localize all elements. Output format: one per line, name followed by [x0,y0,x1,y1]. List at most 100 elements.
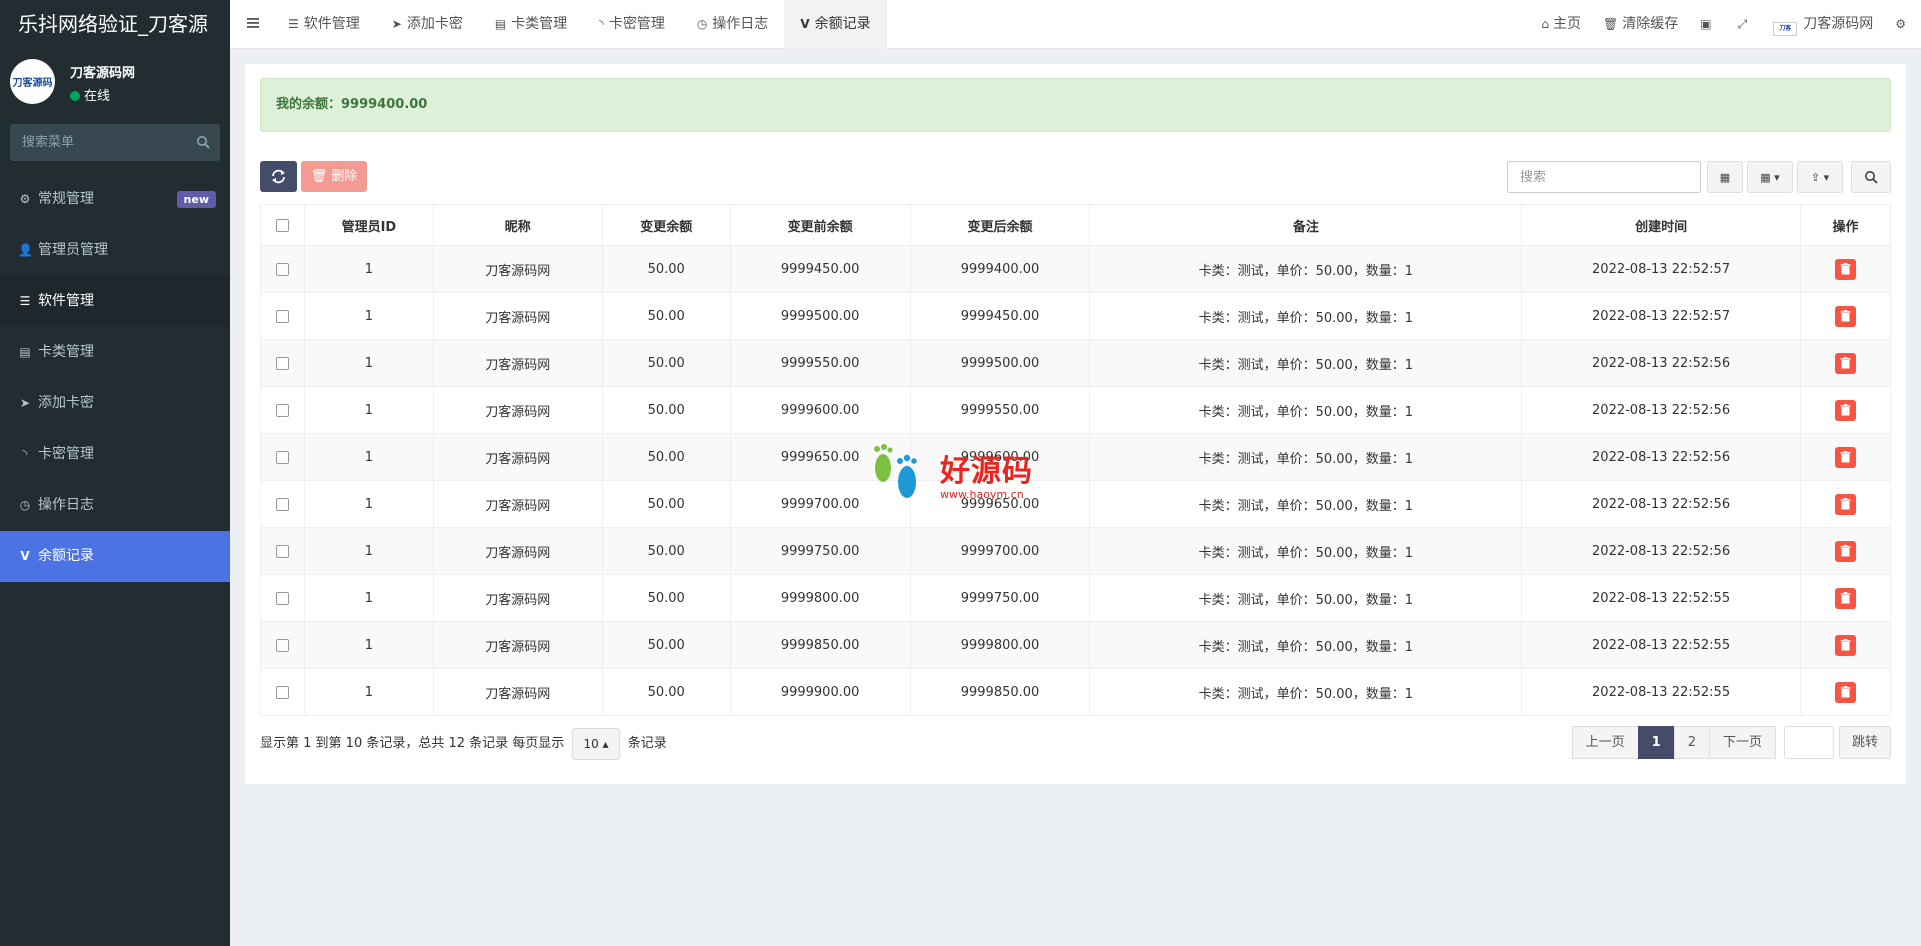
row-checkbox[interactable] [275,450,289,464]
tab-logs[interactable]: ◷ 操作日志 [681,0,784,49]
sidebar-item-balance[interactable]: V 余额记录 [0,531,230,582]
toggle-view-button[interactable]: ▦ [1707,161,1743,193]
delete-button[interactable]: 🗑 删除 [301,161,367,192]
header-remark[interactable]: 备注 [1089,204,1523,246]
language-button[interactable]: ▣ [1689,0,1726,49]
table-row[interactable]: 1 刀客源码网 50.00 9999750.00 9999700.00 卡类：测试，单价：… [260,527,1892,575]
row-delete-button[interactable] [1834,634,1856,656]
clear-cache-button[interactable]: 🗑 清除缓存 [1592,0,1689,49]
cell-before: 9999600.00 [729,386,911,434]
row-delete-button[interactable] [1834,258,1856,280]
cell-admin-id: 1 [303,433,434,481]
header-created[interactable]: 创建时间 [1521,204,1801,246]
next-page-button[interactable]: 下一页 [1708,726,1776,759]
sidebar: 乐抖网络验证_刀客源 刀客源码 刀客源码网 在线 ⚙常规管理new 👤管理员管理… [0,0,230,946]
table-row[interactable]: 1 刀客源码网 50.00 9999500.00 9999450.00 卡类：测试，单价：… [260,292,1892,340]
row-checkbox[interactable] [275,356,289,370]
columns-button[interactable]: ▦ ▾ [1747,161,1793,193]
row-delete-button[interactable] [1834,446,1856,468]
cell-actions [1799,292,1892,340]
sidebar-search-input[interactable] [10,124,180,161]
table-row[interactable]: 1 刀客源码网 50.00 9999600.00 9999550.00 卡类：测试，单价：… [260,386,1892,434]
prev-page-button[interactable]: 上一页 [1571,726,1639,759]
row-checkbox[interactable] [275,403,289,417]
header-admin-id[interactable]: 管理员ID [303,204,434,246]
cell-created: 2022-08-13 22:52:55 [1521,621,1801,669]
row-delete-button[interactable] [1834,681,1856,703]
cell-created: 2022-08-13 22:52:56 [1521,527,1801,575]
jump-button[interactable]: 跳转 [1838,726,1891,759]
table-search-input[interactable] [1507,161,1701,193]
cell-after: 9999400.00 [909,245,1091,293]
search-icon[interactable] [196,135,210,149]
gears-icon: ⚙ [1895,17,1906,31]
cell-change: 50.00 [601,668,731,716]
sidebar-toggle-icon[interactable] [246,16,260,30]
header-change[interactable]: 变更余额 [601,204,731,246]
table-row[interactable]: 1 刀客源码网 50.00 9999900.00 9999850.00 卡类：测试，单价：… [260,668,1892,716]
tab-add-card[interactable]: ➤ 添加卡密 [376,0,479,49]
page-2-button[interactable]: 2 [1673,726,1710,759]
cell-before: 9999650.00 [729,433,911,481]
header-after[interactable]: 变更后余额 [909,204,1091,246]
cell-actions [1799,621,1892,669]
sidebar-item-card-types[interactable]: ▤ 卡类管理 [0,327,230,378]
table-row[interactable]: 1 刀客源码网 50.00 9999650.00 9999600.00 卡类：测试，单价：… [260,433,1892,481]
refresh-button[interactable] [260,161,297,192]
tab-card-types[interactable]: ▤ 卡类管理 [479,0,583,49]
list-icon: ☰ [19,294,31,308]
header-nickname[interactable]: 昵称 [432,204,603,246]
table-row[interactable]: 1 刀客源码网 50.00 9999450.00 9999400.00 卡类：测试，单价：… [260,245,1892,293]
row-delete-button[interactable] [1834,352,1856,374]
tab-card-manage[interactable]: ◝ 卡密管理 [583,0,681,49]
select-all-checkbox[interactable] [275,218,289,232]
row-delete-button[interactable] [1834,305,1856,327]
page-size-select[interactable]: 10 ▴ [572,727,620,760]
fullscreen-button[interactable]: ⤢ [1727,0,1763,49]
table-row[interactable]: 1 刀客源码网 50.00 9999700.00 9999650.00 卡类：测试，单价：… [260,480,1892,528]
jump-page-input[interactable] [1783,726,1834,759]
row-delete-button[interactable] [1834,540,1856,562]
cell-nickname: 刀客源码网 [432,480,603,528]
row-checkbox[interactable] [275,262,289,276]
cell-nickname: 刀客源码网 [432,292,603,340]
user-menu[interactable]: 刀客 刀客源码网 [1762,0,1884,49]
gears-icon: ⚙ [19,192,31,206]
row-delete-button[interactable] [1834,587,1856,609]
table-row[interactable]: 1 刀客源码网 50.00 9999800.00 9999750.00 卡类：测试，单价：… [260,574,1892,622]
settings-button[interactable]: ⚙ [1884,0,1921,49]
top-navbar: ☰ 软件管理 ➤ 添加卡密 ▤ 卡类管理 ◝ 卡密管理 ◷ 操作日志 V 余额记录 ⌂ 主页 … [230,0,1921,49]
cell-before: 9999850.00 [729,621,911,669]
header-before[interactable]: 变更前余额 [729,204,911,246]
cell-actions [1799,574,1892,622]
server-icon: ▤ [19,345,31,359]
cell-created: 2022-08-13 22:52:56 [1521,433,1801,481]
trash-icon [1840,544,1851,556]
cell-change: 50.00 [601,245,731,293]
page-1-button[interactable]: 1 [1637,726,1675,759]
sidebar-item-card-manage[interactable]: ◝ 卡密管理 [0,429,230,480]
table-row[interactable]: 1 刀客源码网 50.00 9999550.00 9999500.00 卡类：测试，单价：… [260,339,1892,387]
sidebar-item-add-card[interactable]: ➤ 添加卡密 [0,378,230,429]
row-delete-button[interactable] [1834,493,1856,515]
row-checkbox[interactable] [275,309,289,323]
sidebar-item-general[interactable]: ⚙ 常规管理 new [0,174,230,225]
tab-balance[interactable]: V 余额记录 [784,0,887,49]
brand-title[interactable]: 乐抖网络验证_刀客源 [0,0,230,49]
sidebar-item-admins[interactable]: 👤 管理员管理 [0,225,230,276]
row-checkbox[interactable] [275,591,289,605]
advanced-search-button[interactable] [1851,161,1891,193]
tab-software[interactable]: ☰ 软件管理 [272,0,376,49]
row-delete-button[interactable] [1834,399,1856,421]
cell-before: 9999800.00 [729,574,911,622]
home-link[interactable]: ⌂ 主页 [1530,0,1592,49]
table-row[interactable]: 1 刀客源码网 50.00 9999850.00 9999800.00 卡类：测试，单价：… [260,621,1892,669]
row-checkbox[interactable] [275,497,289,511]
sidebar-item-logs[interactable]: ◷ 操作日志 [0,480,230,531]
sidebar-search [10,124,220,161]
row-checkbox[interactable] [275,544,289,558]
row-checkbox[interactable] [275,685,289,699]
row-checkbox[interactable] [275,638,289,652]
export-button[interactable]: ⇪ ▾ [1797,161,1843,193]
sidebar-item-software[interactable]: ☰ 软件管理 [0,276,230,327]
